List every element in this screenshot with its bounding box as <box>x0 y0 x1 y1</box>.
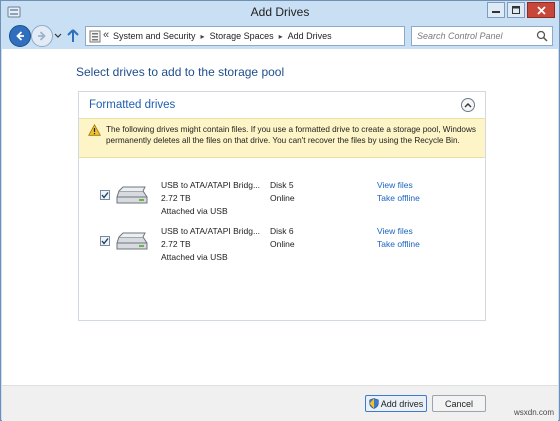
breadcrumb-chevron-right-icon[interactable]: ▸ <box>197 32 209 41</box>
checkmark-icon <box>101 192 109 199</box>
chevron-up-icon <box>464 103 472 108</box>
page-heading: Select drives to add to the storage pool <box>76 65 285 79</box>
control-panel-icon <box>89 30 101 43</box>
cancel-label: Cancel <box>444 398 473 409</box>
search-input[interactable]: Search Control Panel <box>417 31 503 41</box>
watermark: wsxdn.com <box>513 408 554 417</box>
drive-disk-number: Disk 6 <box>270 226 294 236</box>
breadcrumb-chevron-right-icon[interactable]: ▸ <box>275 32 287 41</box>
drive-name: USB to ATA/ATAPI Bridg... <box>161 180 261 190</box>
drive-size: 2.72 TB <box>161 239 191 249</box>
maximize-button[interactable] <box>507 2 525 18</box>
breadcrumb-add-drives[interactable]: Add Drives <box>287 31 333 41</box>
title-bar: Add Drives <box>1 1 559 23</box>
main-content: Select drives to add to the storage pool… <box>2 49 558 385</box>
collapse-button[interactable] <box>461 98 475 112</box>
dialog-footer: Add drives Cancel wsxdn.com <box>2 385 558 421</box>
hard-drive-icon <box>116 232 148 250</box>
breadcrumb-system-and-security[interactable]: System and Security <box>112 31 197 41</box>
close-icon <box>536 5 546 15</box>
take-offline-link[interactable]: Take offline <box>377 193 420 203</box>
navigation-bar: « System and Security ▸ Storage Spaces ▸… <box>1 23 559 49</box>
drive-size: 2.72 TB <box>161 193 191 203</box>
warning-text: The following drives might contain files… <box>106 125 476 145</box>
add-drives-window: Add Drives « System and Security ▸ Stora… <box>0 0 560 421</box>
warning-banner: The following drives might contain files… <box>79 118 485 158</box>
add-drives-label: Add drives <box>380 398 424 409</box>
drive-connection: Attached via USB <box>161 252 228 262</box>
maximize-icon <box>512 6 520 14</box>
window-title: Add Drives <box>250 5 310 19</box>
cancel-button[interactable]: Cancel <box>432 395 486 412</box>
up-arrow-icon[interactable] <box>66 28 80 44</box>
minimize-button[interactable] <box>487 2 505 18</box>
search-icon[interactable] <box>536 30 548 42</box>
drive-row: USB to ATA/ATAPI Bridg... 2.72 TB Attach… <box>79 178 485 218</box>
drive-checkbox[interactable] <box>100 236 110 246</box>
minimize-icon <box>492 11 500 13</box>
forward-button[interactable] <box>31 25 53 47</box>
formatted-drives-panel: Formatted drives The following drives mi… <box>78 91 486 321</box>
back-button[interactable] <box>9 25 31 47</box>
drive-row: USB to ATA/ATAPI Bridg... 2.72 TB Attach… <box>79 224 485 264</box>
checkmark-icon <box>101 238 109 245</box>
drive-disk-number: Disk 5 <box>270 180 294 190</box>
search-box[interactable]: Search Control Panel <box>411 26 553 46</box>
view-files-link[interactable]: View files <box>377 180 413 190</box>
drive-connection: Attached via USB <box>161 206 228 216</box>
drive-checkbox[interactable] <box>100 190 110 200</box>
close-button[interactable] <box>527 2 555 18</box>
hard-drive-icon <box>116 186 148 204</box>
address-bar[interactable]: « System and Security ▸ Storage Spaces ▸… <box>85 26 470 46</box>
breadcrumb-overflow[interactable]: « <box>103 29 109 41</box>
section-title: Formatted drives <box>89 99 176 111</box>
drive-name: USB to ATA/ATAPI Bridg... <box>161 226 261 236</box>
uac-shield-icon <box>369 398 379 409</box>
drive-status: Online <box>270 193 295 203</box>
forward-arrow-icon <box>38 31 46 41</box>
drive-status: Online <box>270 239 295 249</box>
warning-icon <box>88 124 101 136</box>
breadcrumb: System and Security ▸ Storage Spaces ▸ A… <box>112 31 333 41</box>
add-drives-button[interactable]: Add drives <box>365 395 427 412</box>
view-files-link[interactable]: View files <box>377 226 413 236</box>
recent-pages-chevron-down-icon[interactable] <box>54 32 62 40</box>
take-offline-link[interactable]: Take offline <box>377 239 420 249</box>
breadcrumb-storage-spaces[interactable]: Storage Spaces <box>209 31 275 41</box>
back-arrow-icon <box>16 31 24 41</box>
